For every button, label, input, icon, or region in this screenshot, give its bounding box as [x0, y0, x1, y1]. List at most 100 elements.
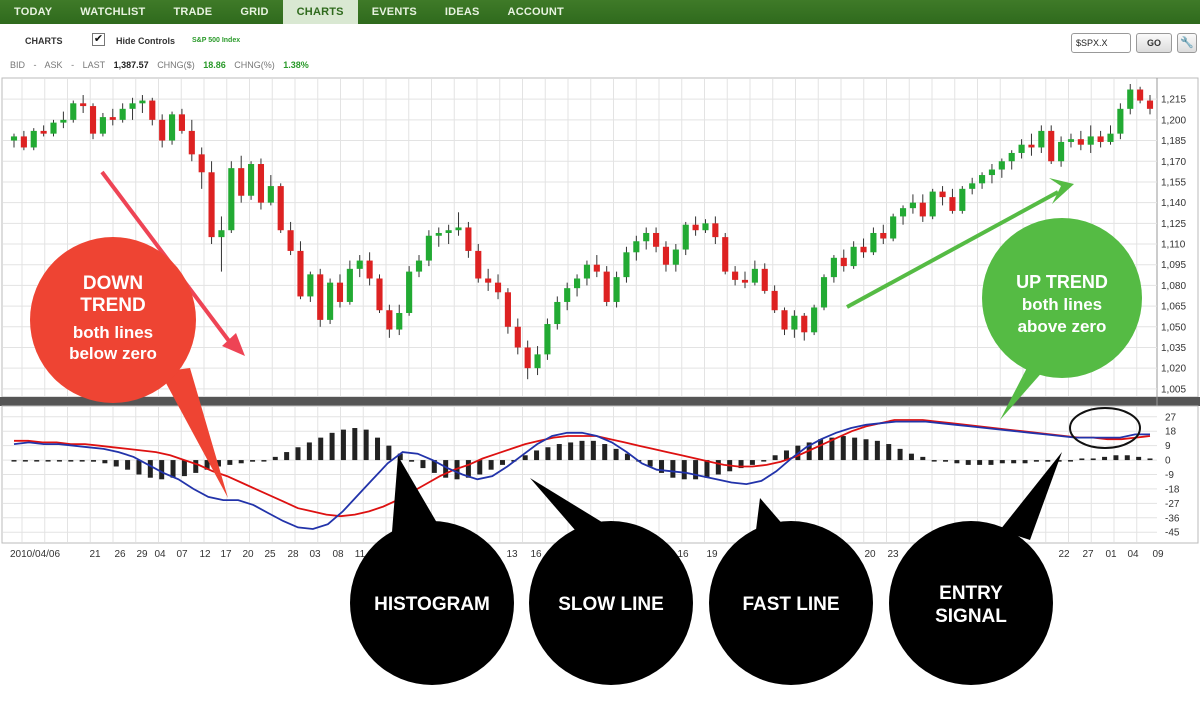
histogram-bar: [522, 455, 528, 461]
histogram-bar: [340, 429, 346, 461]
macd-y-tick-label: -27: [1165, 499, 1180, 510]
histogram-bar: [1113, 455, 1119, 461]
candle: [327, 278, 334, 325]
histogram-bar: [874, 440, 880, 461]
histogram-bar: [147, 460, 153, 478]
histogram-bar: [352, 428, 358, 461]
histogram-bar: [1136, 456, 1142, 461]
histogram-bar: [761, 460, 767, 462]
histogram-bar: [534, 450, 540, 461]
histogram-bar: [181, 460, 187, 477]
histogram-bar: [409, 460, 415, 462]
x-tick-label: 19: [706, 549, 718, 560]
histogram-bar: [965, 460, 971, 465]
candle: [603, 266, 610, 307]
macd-y-tick-label: 0: [1165, 456, 1171, 467]
histogram-bar: [715, 460, 721, 475]
candle: [30, 128, 37, 151]
down-bubble-line-4: below zero: [69, 344, 157, 363]
histogram-bar: [363, 429, 369, 461]
histogram-bar: [102, 460, 108, 464]
histogram-bar: [602, 444, 608, 461]
histogram-bar: [943, 460, 949, 462]
histogram-bar: [22, 460, 28, 462]
x-tick-label: 01: [1105, 549, 1117, 560]
x-tick-label: 08: [332, 549, 344, 560]
candle: [929, 188, 936, 220]
x-tick-label: 16: [530, 549, 542, 560]
histogram-bar: [329, 432, 335, 461]
histogram-bar: [1045, 460, 1051, 462]
histogram-bar: [125, 460, 131, 470]
histogram-bar: [68, 460, 74, 462]
histogram-bar: [1124, 455, 1130, 461]
histogram-bar: [488, 460, 494, 470]
price-y-tick-label: 1,035: [1161, 343, 1186, 354]
histogram-bar: [272, 456, 278, 461]
histogram-bar: [261, 460, 267, 462]
candle: [890, 213, 897, 242]
price-y-tick-label: 1,020: [1161, 364, 1186, 375]
up-bubble-line-3: above zero: [1018, 317, 1107, 336]
price-y-tick-label: 1,095: [1161, 260, 1186, 271]
histogram-bar: [159, 460, 165, 480]
histogram-bar: [386, 445, 392, 461]
x-tick-label: 20: [242, 549, 254, 560]
histogram-bar: [420, 460, 426, 469]
histogram-bar: [590, 440, 596, 461]
up-bubble-line-1: UP TREND: [1016, 272, 1108, 292]
chart-canvas: 1,005 1,020 1,035 1,050 1,065 1,080 1,095 1,110…: [0, 77, 1200, 685]
histogram-bar: [613, 448, 619, 461]
histogram-bar: [749, 460, 755, 465]
macd-y-tick-label: 27: [1165, 412, 1177, 423]
histogram-bar: [556, 444, 562, 461]
price-y-tick-label: 1,080: [1161, 281, 1186, 292]
histogram-bar: [818, 439, 824, 461]
histogram-bar: [227, 460, 233, 465]
histogram-bar: [840, 436, 846, 461]
x-tick-label: 25: [264, 549, 276, 560]
candle: [544, 318, 551, 360]
histogram-bar: [1033, 460, 1039, 462]
down-bubble-line-3: both lines: [73, 323, 153, 342]
candle: [168, 111, 176, 145]
histogram-bar: [1090, 458, 1096, 461]
histogram-bar: [920, 456, 926, 461]
price-y-tick-label: 1,110: [1161, 240, 1186, 251]
macd-y-tick-label: 18: [1165, 427, 1177, 438]
histogram-bar: [1011, 460, 1017, 464]
x-tick-label: 21: [89, 549, 101, 560]
x-tick-label: 13: [506, 549, 518, 560]
histogram-bar: [693, 460, 699, 480]
price-y-tick-label: 1,155: [1161, 177, 1186, 188]
histogram-bar: [772, 455, 778, 461]
histogram-bar: [908, 453, 914, 461]
x-tick-label: 04: [1127, 549, 1139, 560]
x-tick-label: 07: [176, 549, 188, 560]
candle: [820, 274, 828, 311]
histogram-bar: [670, 460, 676, 478]
x-tick-label: 23: [887, 549, 899, 560]
histogram-bar: [306, 442, 312, 461]
histogram-bar: [56, 460, 62, 462]
candle: [257, 158, 265, 210]
histogram-bar: [1022, 460, 1028, 464]
x-tick-label: 12: [199, 549, 211, 560]
histogram-bar: [1147, 458, 1153, 461]
histogram-bar: [681, 460, 687, 480]
histogram-bar: [1067, 460, 1073, 462]
candle: [248, 161, 255, 200]
candle: [208, 161, 215, 245]
x-tick-label: 17: [220, 549, 232, 560]
price-y-tick-label: 1,215: [1161, 95, 1186, 106]
histogram-bar: [545, 447, 551, 461]
candle: [1048, 125, 1055, 165]
x-tick-label: 09: [1152, 549, 1164, 560]
candle: [959, 186, 966, 214]
histogram-bar: [238, 460, 244, 464]
histogram-bar: [170, 460, 176, 478]
histogram-bar: [295, 447, 301, 461]
macd-y-tick-label: -45: [1165, 528, 1180, 539]
histogram-bar: [318, 437, 324, 461]
macd-y-tick-label: 9: [1165, 441, 1171, 452]
